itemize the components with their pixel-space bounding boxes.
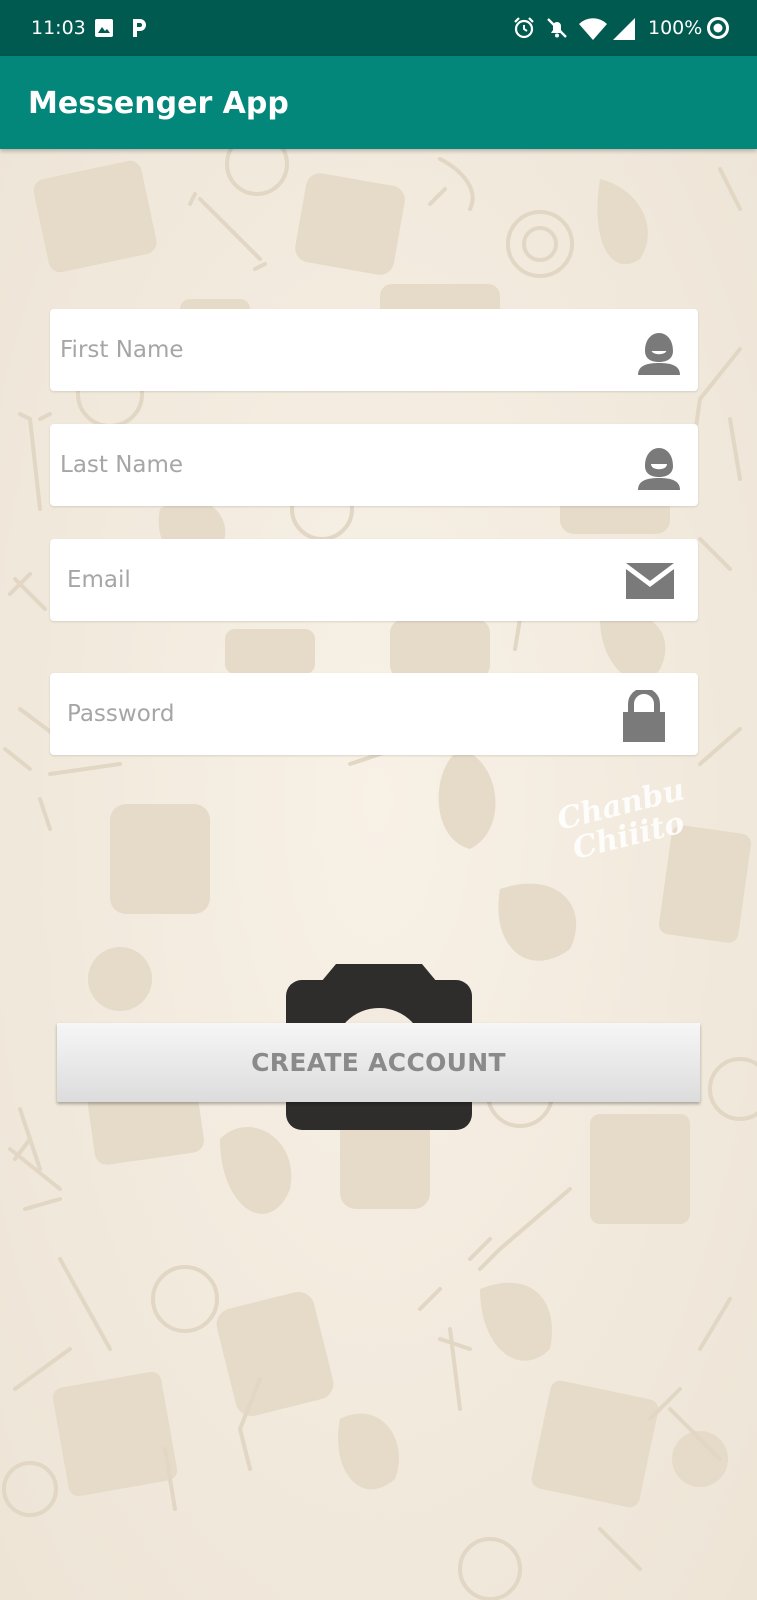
email-input[interactable] xyxy=(50,539,610,621)
bell-off-icon xyxy=(547,18,567,38)
signal-icon xyxy=(613,18,635,40)
app-title: Messenger App xyxy=(28,86,289,121)
password-input[interactable] xyxy=(50,673,610,755)
status-bar: 11:03 100% xyxy=(0,0,757,56)
battery-percent: 100% xyxy=(648,17,703,39)
image-icon xyxy=(95,19,113,37)
person-icon xyxy=(638,333,680,375)
status-time: 11:03 xyxy=(31,17,86,39)
last-name-field[interactable] xyxy=(50,424,698,506)
person-icon xyxy=(638,448,680,490)
password-field[interactable] xyxy=(50,673,698,755)
p-app-icon xyxy=(133,19,146,37)
first-name-field[interactable] xyxy=(50,309,698,391)
alarm-icon xyxy=(514,17,534,39)
create-account-button[interactable]: CREATE ACCOUNT xyxy=(57,1023,700,1102)
first-name-input[interactable] xyxy=(50,309,610,391)
circle-status-icon xyxy=(707,17,729,39)
content-area: Chanbu Chiiito First Name Last Name Emai… xyxy=(0,149,757,1600)
last-name-input[interactable] xyxy=(50,424,610,506)
app-bar: Messenger App xyxy=(0,56,757,149)
envelope-icon xyxy=(626,563,674,599)
lock-icon xyxy=(623,690,665,742)
email-field[interactable] xyxy=(50,539,698,621)
wifi-icon xyxy=(579,18,607,40)
